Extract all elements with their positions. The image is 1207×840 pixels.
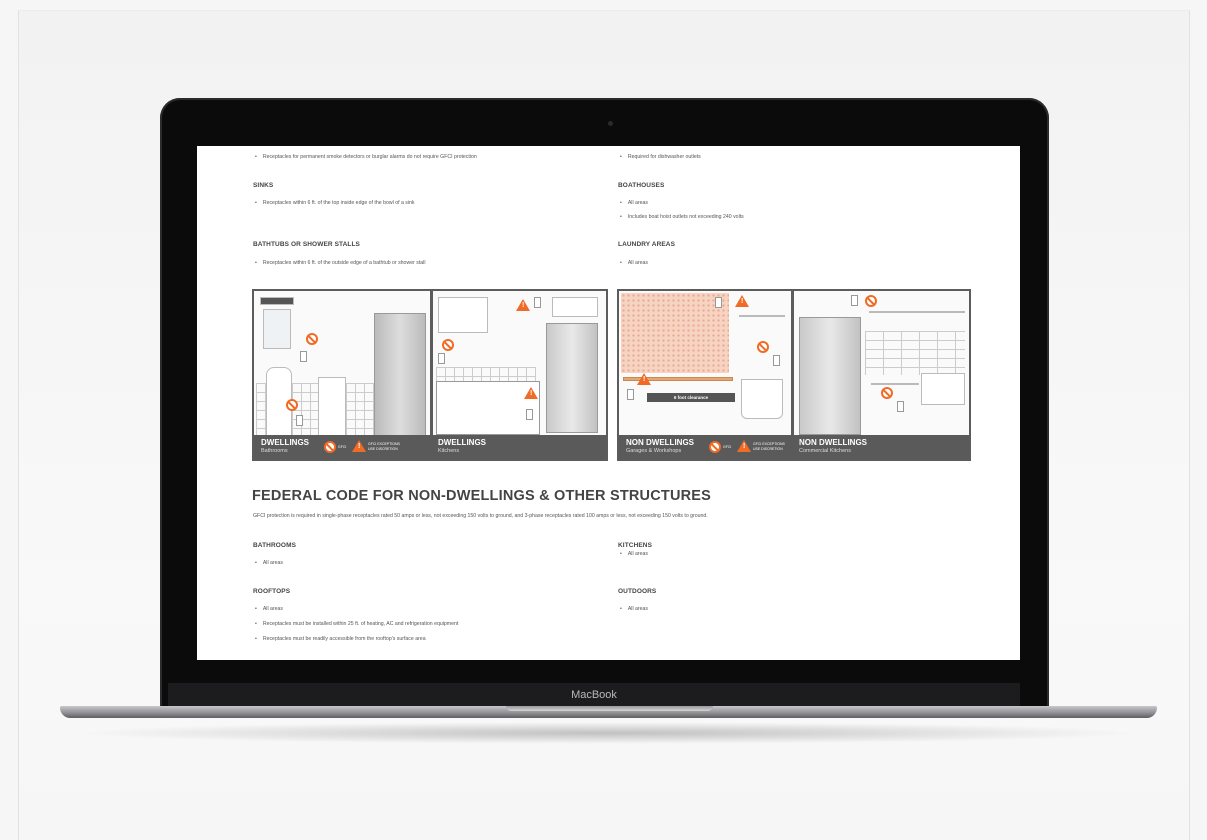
panel-subtitle: Bathrooms xyxy=(261,448,288,454)
outlet-icon xyxy=(627,389,634,400)
outlet-icon xyxy=(773,355,780,366)
list-item: Receptacles within 6 ft. of the top insi… xyxy=(255,200,415,206)
section-heading-boathouses: BOATHOUSES xyxy=(618,182,665,189)
warning-legend-icon xyxy=(737,440,751,452)
panel-subtitle: Commercial Kitchens xyxy=(799,448,851,454)
laptop-screen: Receptacles for permanent smoke detector… xyxy=(197,146,1020,660)
warning-icon xyxy=(637,373,651,385)
laptop-shadow xyxy=(70,722,1145,744)
panel-title: NON DWELLINGS xyxy=(799,438,867,447)
section-heading-laundry: LAUNDRY AREAS xyxy=(618,241,676,248)
mirror xyxy=(263,309,291,349)
no-gfci-icon xyxy=(865,295,877,307)
legend-gfci: GFCI xyxy=(338,445,347,449)
panel-subtitle: Garages & Workshops xyxy=(626,448,682,454)
section-heading-bathrooms: BATHROOMS xyxy=(253,542,297,549)
legend-discretion: USE DISCRETION xyxy=(368,447,398,451)
panel-divider xyxy=(791,291,794,439)
laptop-notch xyxy=(506,706,713,711)
clearance-label: 6 foot clearance xyxy=(647,393,735,402)
warning-icon xyxy=(735,295,749,307)
no-gfci-icon xyxy=(881,387,893,399)
warning-legend-icon xyxy=(352,440,366,452)
illustration-dwellings: DWELLINGS Bathrooms GFCI GFCI EXCEPTIONS… xyxy=(252,289,608,461)
laptop-chin: MacBook xyxy=(168,683,1020,708)
brand-label: MacBook xyxy=(571,689,617,701)
commercial-refrigerator xyxy=(799,317,861,435)
warning-icon xyxy=(516,299,530,311)
panel-subtitle: Kitchens xyxy=(438,448,460,454)
upper-cabinet xyxy=(552,297,598,317)
list-item: All areas xyxy=(620,551,648,557)
refrigerator xyxy=(546,323,598,433)
illustration-non-dwellings: 6 foot clearance NON DWELLINGS Garages &… xyxy=(617,289,971,461)
toilet xyxy=(318,377,346,437)
outlet-icon xyxy=(851,295,858,306)
outlet-icon xyxy=(715,297,722,308)
list-item: Receptacles must be readily accessible f… xyxy=(255,636,426,642)
shower-stall xyxy=(374,313,426,437)
laundry-sink xyxy=(741,379,783,419)
wall-tiles xyxy=(865,331,965,375)
section-heading-bathtubs: BATHTUBS OR SHOWER STALLS xyxy=(253,241,360,248)
legend-gfci: GFCI xyxy=(723,445,732,449)
list-item: Receptacles within 6 ft. of the outside … xyxy=(255,260,426,266)
panel-title: NON DWELLINGS xyxy=(626,438,694,447)
section-heading-sinks: SINKS xyxy=(253,182,274,189)
panel-divider xyxy=(430,291,433,439)
panel-footer: NON DWELLINGS Garages & Workshops GFCI G… xyxy=(619,435,969,459)
gfci-legend-icon xyxy=(324,441,336,453)
page-title: FEDERAL CODE FOR NON-DWELLINGS & OTHER S… xyxy=(252,488,712,504)
outlet-icon xyxy=(526,409,533,420)
backsplash xyxy=(436,367,536,381)
list-item: All areas xyxy=(255,606,283,612)
no-gfci-icon xyxy=(286,399,298,411)
panel-title: DWELLINGS xyxy=(438,438,486,447)
outlet-icon xyxy=(897,401,904,412)
legend-exceptions: GFCI EXCEPTIONS xyxy=(368,442,400,446)
pegboard xyxy=(621,293,729,373)
upper-cabinet xyxy=(438,297,488,333)
list-item: Receptacles for permanent smoke detector… xyxy=(255,154,477,160)
list-item: Includes boat hoist outlets not exceedin… xyxy=(620,214,744,220)
outlet-icon xyxy=(438,353,445,364)
federal-paragraph: GFCI protection is required in single-ph… xyxy=(253,513,708,519)
light-fixture xyxy=(260,297,294,305)
list-item: All areas xyxy=(255,560,283,566)
shelf xyxy=(739,315,785,317)
commercial-sink xyxy=(921,373,965,405)
no-gfci-icon xyxy=(757,341,769,353)
list-item: Receptacles must be installed within 25 … xyxy=(255,621,459,627)
list-item: All areas xyxy=(620,260,648,266)
list-item: All areas xyxy=(620,200,648,206)
warning-icon xyxy=(524,387,538,399)
shelf xyxy=(869,311,965,313)
outlet-icon xyxy=(300,351,307,362)
panel-footer: DWELLINGS Bathrooms GFCI GFCI EXCEPTIONS… xyxy=(254,435,606,459)
prep-table xyxy=(871,383,919,385)
no-gfci-icon xyxy=(442,339,454,351)
panel-title: DWELLINGS xyxy=(261,438,309,447)
section-heading-rooftops: ROOFTOPS xyxy=(253,588,291,595)
list-item: Required for dishwasher outlets xyxy=(620,154,701,160)
gfci-legend-icon xyxy=(709,441,721,453)
list-item: All areas xyxy=(620,606,648,612)
legend-exceptions: GFCI EXCEPTIONS xyxy=(753,442,785,446)
outlet-icon xyxy=(534,297,541,308)
camera-icon xyxy=(608,121,613,126)
outlet-icon xyxy=(296,415,303,426)
legend-discretion: USE DISCRETION xyxy=(753,447,783,451)
section-heading-outdoors: OUTDOORS xyxy=(618,588,657,595)
section-heading-kitchens: KITCHENS xyxy=(618,542,653,549)
no-gfci-icon xyxy=(306,333,318,345)
